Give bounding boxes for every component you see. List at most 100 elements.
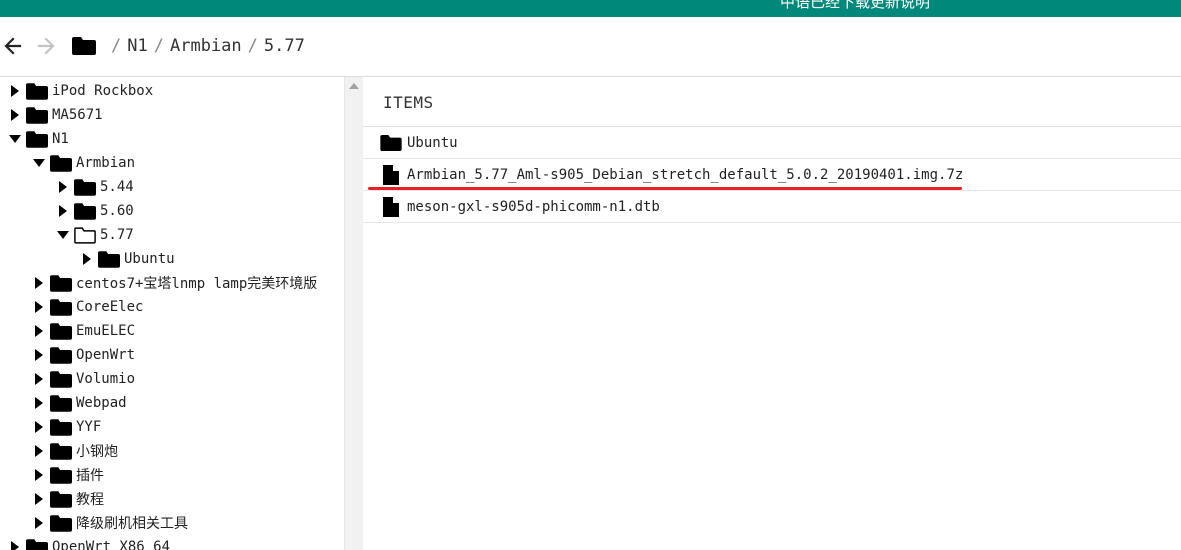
tree-item[interactable]: iPod Rockbox [8,79,153,103]
folder-icon [50,466,72,484]
sidebar-scrollbar[interactable] [344,77,363,550]
breadcrumb-armbian[interactable]: Armbian [170,36,242,56]
tree-item[interactable]: YYF [32,415,101,439]
folder-open-icon [74,226,96,244]
tree-item[interactable]: OpenWrt [32,343,135,367]
caret-right-icon[interactable] [32,300,46,314]
app-header: 中语已经下载更新说明 [0,0,1181,17]
tree-item-label: EmuELEC [76,323,136,339]
folder-icon [380,134,404,151]
tree-item[interactable]: centos7+宝塔lnmp lamp完美环境版 [32,271,317,295]
folder-icon [50,394,72,412]
tree-item[interactable]: 降级刷机相关工具 [32,511,188,535]
list-item-file-dtb[interactable]: meson-gxl-s905d-phicomm-n1.dtb [363,191,1181,223]
folder-icon [50,418,72,436]
arrow-right-icon [37,37,55,55]
tree-item-label: 教程 [76,492,104,508]
tree-item[interactable]: Volumio [32,367,135,391]
tree-item-label: 降级刷机相关工具 [76,516,188,532]
tree-item[interactable]: CoreElec [32,295,143,319]
breadcrumb: / N1 / Armbian / 5.77 [105,36,305,56]
caret-down-icon[interactable] [8,132,22,146]
folder-icon [72,37,96,55]
tree-item[interactable]: EmuELEC [32,319,135,343]
tree-item[interactable]: OpenWrt X86 64 [8,535,170,550]
folder-icon [50,322,72,340]
folder-icon [26,82,48,100]
item-label: meson-gxl-s905d-phicomm-n1.dtb [407,198,660,215]
items-header: ITEMS [383,93,434,112]
folder-icon [50,514,72,532]
tree-item-label: CoreElec [76,299,144,315]
scroll-up-arrow-icon[interactable] [349,83,359,89]
tree-item[interactable]: MA5671 [8,103,103,127]
breadcrumb-separator: / [111,36,122,56]
caret-right-icon[interactable] [8,84,22,98]
caret-right-icon[interactable] [32,492,46,506]
caret-right-icon[interactable] [32,348,46,362]
caret-right-icon[interactable] [56,204,70,218]
app-title: 中语已经下载更新说明 [780,0,931,11]
tree-item-label: YYF [76,419,102,435]
folder-tree: iPod Rockbox MA5671 N1 Armbian 5.44 5.60 5.77 U… [0,77,344,550]
caret-right-icon[interactable] [8,540,22,550]
breadcrumb-n1[interactable]: N1 [127,36,147,56]
caret-down-icon[interactable] [56,228,70,242]
tree-item[interactable]: 插件 [32,463,104,487]
tree-item-label: OpenWrt [76,347,136,363]
caret-right-icon[interactable] [32,444,46,458]
caret-right-icon[interactable] [32,276,46,290]
tree-item[interactable]: 5.44 [56,175,134,199]
highlight-underline-annotation [368,187,962,190]
tree-item-label: iPod Rockbox [52,83,154,99]
folder-icon [98,250,120,268]
tree-item[interactable]: N1 [8,127,69,151]
back-button[interactable] [2,35,24,57]
tree-item-label: 5.44 [100,179,134,195]
caret-right-icon[interactable] [8,108,22,122]
breadcrumb-separator: / [247,36,258,56]
folder-icon [50,370,72,388]
folder-icon [50,298,72,316]
folder-icon [26,106,48,124]
tree-item-label: N1 [52,131,69,147]
tree-item-label: centos7+宝塔lnmp lamp完美环境版 [76,276,318,292]
caret-down-icon[interactable] [32,156,46,170]
file-list-panel: ITEMS Ubuntu Armbian_5.77_Aml-s905_Debia… [363,77,1181,550]
folder-icon [26,130,48,148]
caret-right-icon[interactable] [32,372,46,386]
list-item-folder-ubuntu[interactable]: Ubuntu [363,127,1181,159]
item-label: Armbian_5.77_Aml-s905_Debian_stretch_def… [407,166,964,183]
caret-right-icon[interactable] [32,420,46,434]
caret-right-icon[interactable] [32,516,46,530]
caret-right-icon[interactable] [32,468,46,482]
folder-icon [74,202,96,220]
caret-right-icon[interactable] [32,324,46,338]
tree-item-label: 5.60 [100,203,134,219]
tree-item-label: Ubuntu [124,251,175,267]
caret-right-icon[interactable] [56,180,70,194]
caret-right-icon[interactable] [80,252,94,266]
root-folder-button[interactable] [72,37,96,59]
tree-item[interactable]: Webpad [32,391,127,415]
navigation-bar: / N1 / Armbian / 5.77 [0,17,1181,77]
file-icon [380,164,404,185]
breadcrumb-5-77[interactable]: 5.77 [264,36,305,56]
tree-item[interactable]: 5.60 [56,199,134,223]
folder-icon [74,178,96,196]
forward-button[interactable] [35,35,57,57]
item-label: Ubuntu [407,134,458,151]
breadcrumb-separator: / [153,36,164,56]
tree-item[interactable]: 5.77 [56,223,134,247]
tree-item[interactable]: 教程 [32,487,104,511]
folder-icon [26,538,48,550]
tree-item[interactable]: 小钢炮 [32,439,118,463]
tree-item[interactable]: Armbian [32,151,135,175]
tree-item[interactable]: Ubuntu [80,247,175,271]
tree-item-label: 5.77 [100,227,134,243]
tree-item-label: Armbian [76,155,136,171]
tree-item-label: MA5671 [52,107,103,123]
caret-right-icon[interactable] [32,396,46,410]
tree-item-label: 插件 [76,468,104,484]
folder-icon [50,490,72,508]
